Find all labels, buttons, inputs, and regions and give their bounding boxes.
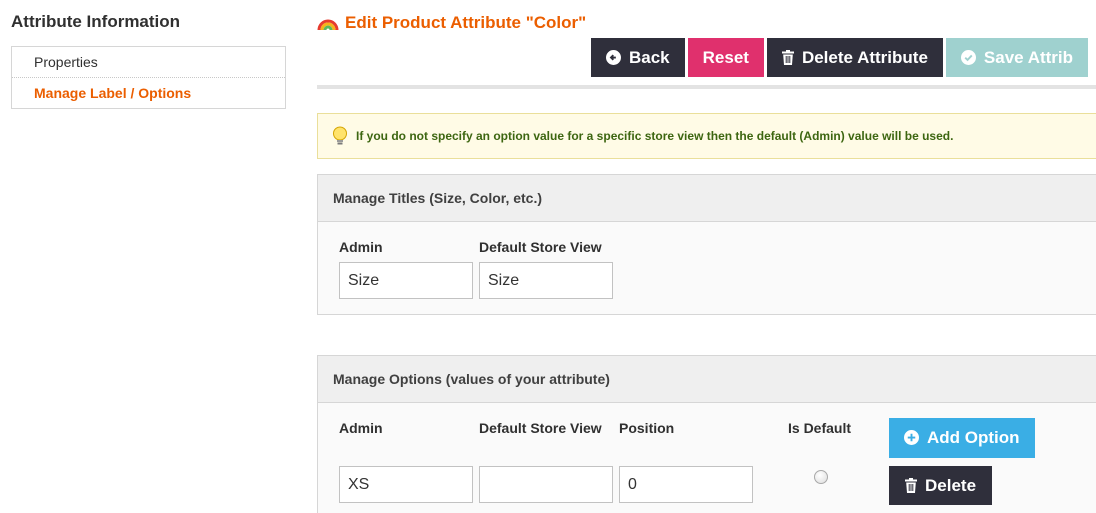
action-buttons: Back Reset Delete Attribute Save Attrib [591,38,1089,79]
back-button-label: Back [629,48,670,67]
header-divider [317,85,1096,89]
plus-circle-icon [904,420,919,460]
title-store-view-input[interactable] [479,262,613,299]
options-admin-label: Admin [339,420,383,436]
option-admin-input[interactable] [339,466,473,503]
sidebar-menu: Properties Manage Label / Options [11,46,286,109]
sidebar-title: Attribute Information [11,12,181,31]
back-button[interactable]: Back [591,38,685,77]
option-is-default-radio[interactable] [814,470,828,484]
titles-admin-label: Admin [339,239,383,255]
back-arrow-icon [606,40,621,79]
page-title-text: Edit Product Attribute "Color" [345,13,587,32]
reset-button[interactable]: Reset [687,38,764,77]
manage-titles-section: Manage Titles (Size, Color, etc.) Admin … [317,174,1096,315]
save-attribute-label: Save Attrib [983,48,1074,67]
save-attribute-button[interactable]: Save Attrib [945,38,1089,79]
delete-option-button[interactable]: Delete [889,466,993,507]
options-position-label: Position [619,420,675,436]
option-position-input[interactable] [619,466,753,503]
title-admin-input[interactable] [339,262,473,299]
option-store-view-input[interactable] [479,466,613,503]
trash-icon [781,40,794,79]
rainbow-icon [317,13,339,36]
add-option-label: Add Option [927,428,1020,447]
notice-message: If you do not specify an option value fo… [317,113,1096,159]
manage-titles-heading: Manage Titles (Size, Color, etc.) [318,175,1096,222]
manage-options-heading: Manage Options (values of your attribute… [318,356,1096,403]
trash-icon [905,468,917,507]
delete-option-label: Delete [925,476,977,495]
lightbulb-icon [332,120,348,164]
sidebar: Attribute Information Properties Manage … [11,0,286,109]
manage-options-section: Manage Options (values of your attribute… [317,355,1096,513]
delete-attribute-label: Delete Attribute [801,48,928,67]
add-option-button[interactable]: Add Option [889,418,1035,458]
options-is-default-label: Is Default [788,420,852,436]
sidebar-item-properties[interactable]: Properties [12,47,285,77]
options-store-view-label: Default Store View [479,420,602,436]
delete-attribute-button[interactable]: Delete Attribute [766,38,943,79]
notice-text: If you do not specify an option value fo… [356,129,954,143]
titles-store-view-label: Default Store View [479,239,602,255]
page-title: Edit Product Attribute "Color" [317,13,586,37]
main-content: Edit Product Attribute "Color" Back Rese… [317,0,1096,513]
reset-button-label: Reset [702,48,749,67]
sidebar-item-manage-label-options[interactable]: Manage Label / Options [12,77,285,108]
check-circle-icon [960,40,976,79]
